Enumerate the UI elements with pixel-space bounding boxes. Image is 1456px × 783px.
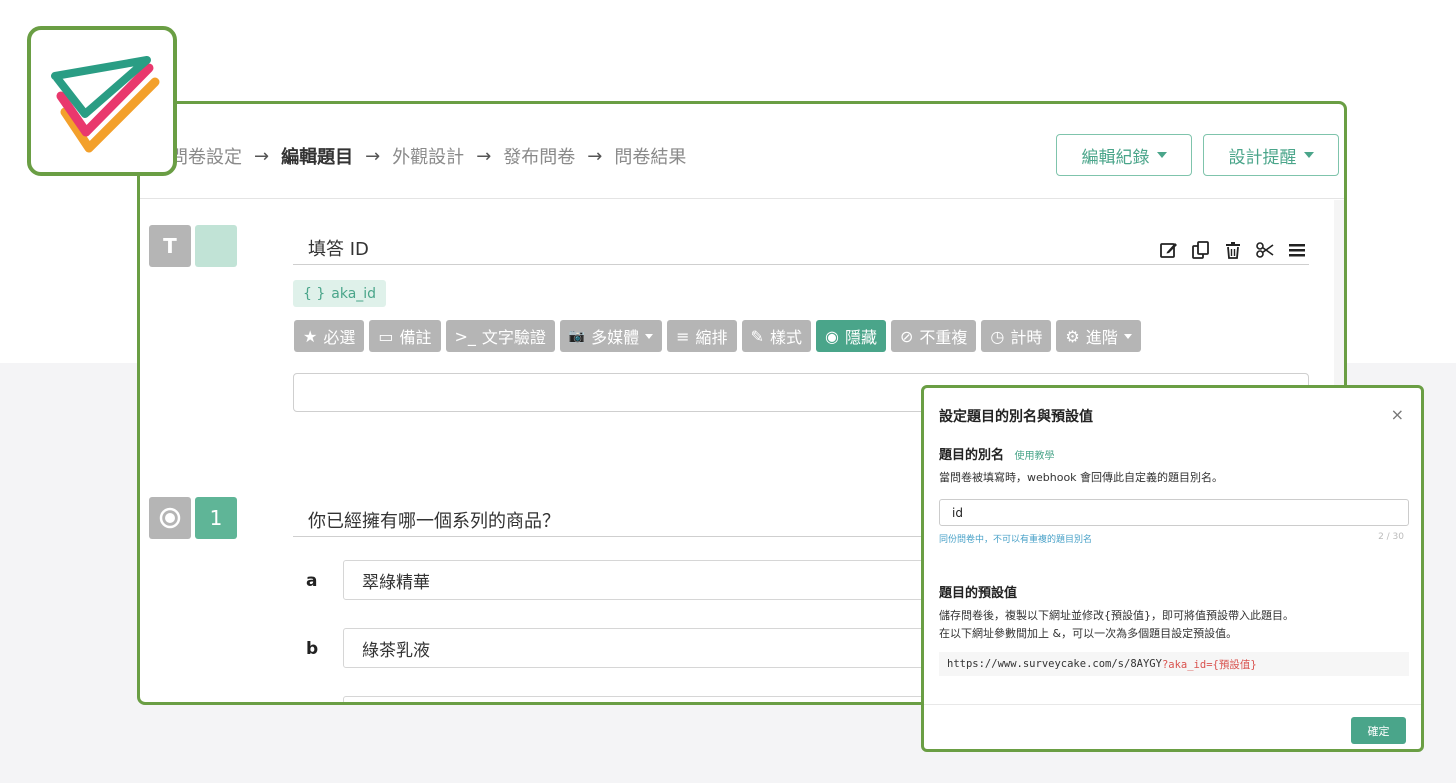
copy-icon[interactable] <box>1190 239 1212 261</box>
caret-down-icon <box>1157 152 1167 158</box>
question-tools <box>1158 239 1308 261</box>
option-text-validation-button[interactable]: >_ 文字驗證 <box>446 320 555 352</box>
tutorial-link[interactable]: 使用教學 <box>1015 451 1055 462</box>
option-unique-button[interactable]: ⊘ 不重複 <box>891 320 976 352</box>
eye-slash-icon: ◉ <box>825 327 839 346</box>
menu-icon[interactable] <box>1286 239 1308 261</box>
option-hidden-button[interactable]: ◉ 隱藏 <box>816 320 886 352</box>
option-label: 必選 <box>323 324 355 348</box>
check-logo-icon <box>31 30 173 172</box>
design-tips-label: 設計提醒 <box>1229 143 1297 168</box>
url-base: https://www.surveycake.com/s/8AYGY <box>947 658 1162 670</box>
step-survey-settings[interactable]: 問卷設定 <box>170 143 242 169</box>
terminal-icon: >_ <box>455 327 476 346</box>
alias-tag[interactable]: { } aka_id <box>293 280 386 307</box>
choice-label: a <box>306 571 317 591</box>
step-publish[interactable]: 發布問卷 <box>503 143 575 169</box>
confirm-button[interactable]: 確定 <box>1351 717 1406 744</box>
option-advanced-dropdown[interactable]: ⚙ 進階 <box>1056 320 1140 352</box>
clock-icon: ◷ <box>990 327 1004 346</box>
indent-icon: ≡ <box>676 327 689 346</box>
option-label: 文字驗證 <box>482 324 546 348</box>
camera-icon: 📷 <box>569 329 585 344</box>
option-style-button[interactable]: ✎ 樣式 <box>742 320 811 352</box>
choice-label: b <box>306 639 318 659</box>
close-icon[interactable]: × <box>1391 405 1404 424</box>
question-type-badge: T <box>149 225 191 267</box>
caret-down-icon <box>645 334 653 339</box>
scissors-icon[interactable] <box>1254 239 1276 261</box>
question-options-bar: ★ 必選 ▭ 備註 >_ 文字驗證 📷 多媒體 ≡ 縮排 ✎ 樣式 ◉ 隱藏 <box>294 320 1141 352</box>
trash-icon[interactable] <box>1222 239 1244 261</box>
step-results[interactable]: 問卷結果 <box>614 143 686 169</box>
top-bar: 問卷設定 → 編輯題目 → 外觀設計 → 發布問卷 → 問卷結果 編輯紀錄 設計… <box>140 104 1344 199</box>
alias-hint: 同份問卷中，不可以有重複的題目別名 <box>939 532 1092 545</box>
option-required-button[interactable]: ★ 必選 <box>294 320 364 352</box>
url-param: ?aka_id={預設值} <box>1162 657 1257 672</box>
modal-divider <box>924 704 1421 705</box>
caret-down-icon <box>1304 152 1314 158</box>
braces-icon: { } <box>303 286 325 302</box>
question-number-badge: 1 <box>195 497 237 539</box>
alias-input[interactable]: id <box>939 499 1409 526</box>
alias-description: 當問卷被填寫時，webhook 會回傳此自定義的題目別名。 <box>939 469 1223 486</box>
star-icon: ★ <box>303 327 317 346</box>
default-description-1: 儲存問卷後，複製以下網址並修改{預設值}，即可將值預設帶入此題目。 <box>939 607 1294 624</box>
surveycake-logo <box>27 26 177 176</box>
edit-log-button[interactable]: 編輯紀錄 <box>1056 134 1192 176</box>
option-label: 多媒體 <box>591 324 639 348</box>
option-label: 計時 <box>1010 324 1042 348</box>
arrow-icon: → <box>587 146 602 167</box>
option-label: 縮排 <box>696 324 728 348</box>
arrow-icon: → <box>365 146 380 167</box>
edit-log-label: 編輯紀錄 <box>1082 143 1150 168</box>
ban-icon: ⊘ <box>900 327 913 346</box>
title-underline <box>293 264 1309 265</box>
default-description-2: 在以下網址參數間加上 &，可以一次為多個題目設定預設值。 <box>939 625 1237 642</box>
edit-icon[interactable] <box>1158 239 1180 261</box>
option-label: 不重複 <box>919 324 967 348</box>
option-indent-button[interactable]: ≡ 縮排 <box>667 320 736 352</box>
arrow-icon: → <box>476 146 491 167</box>
alias-heading-text: 題目的別名 <box>939 448 1004 463</box>
gear-icon: ⚙ <box>1065 327 1079 346</box>
alias-heading: 題目的別名 使用教學 <box>939 444 1055 463</box>
alias-char-count: 2 / 30 <box>1378 532 1404 542</box>
design-tips-button[interactable]: 設計提醒 <box>1203 134 1339 176</box>
radio-icon <box>158 506 182 530</box>
option-label: 備註 <box>399 324 431 348</box>
question-type-badge <box>149 497 191 539</box>
option-label: 樣式 <box>770 324 802 348</box>
alias-settings-modal: 設定題目的別名與預設值 × 題目的別名 使用教學 當問卷被填寫時，webhook… <box>921 385 1424 752</box>
option-label: 隱藏 <box>845 324 877 348</box>
option-label: 進階 <box>1086 324 1118 348</box>
comment-icon: ▭ <box>378 327 393 346</box>
step-edit-questions[interactable]: 編輯題目 <box>281 143 353 169</box>
option-timer-button[interactable]: ◷ 計時 <box>981 320 1051 352</box>
brush-icon: ✎ <box>751 327 764 346</box>
step-breadcrumb: 問卷設定 → 編輯題目 → 外觀設計 → 發布問卷 → 問卷結果 <box>170 143 686 169</box>
question-title[interactable]: 你已經擁有哪一個系列的商品？ <box>308 507 560 533</box>
alias-tag-label: aka_id <box>331 286 376 302</box>
option-note-button[interactable]: ▭ 備註 <box>369 320 440 352</box>
default-url[interactable]: https://www.surveycake.com/s/8AYGY?aka_i… <box>939 652 1409 676</box>
step-appearance[interactable]: 外觀設計 <box>392 143 464 169</box>
option-media-dropdown[interactable]: 📷 多媒體 <box>560 320 662 352</box>
modal-title: 設定題目的別名與預設值 <box>939 406 1093 426</box>
caret-down-icon <box>1124 334 1132 339</box>
question-number-badge <box>195 225 237 267</box>
default-heading: 題目的預設值 <box>939 582 1017 601</box>
arrow-icon: → <box>254 146 269 167</box>
question-title[interactable]: 填答 ID <box>308 235 369 261</box>
